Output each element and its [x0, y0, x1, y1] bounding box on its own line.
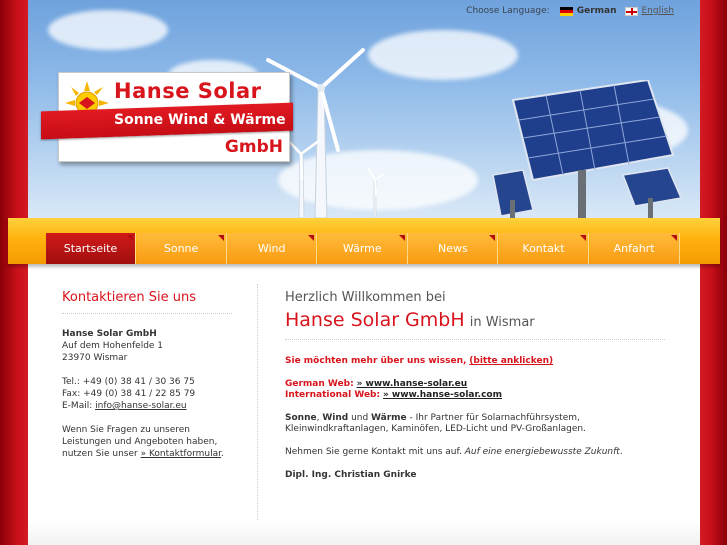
- sidebar-heading: Kontaktieren Sie uns: [62, 290, 232, 314]
- heading-separator: [285, 339, 665, 340]
- contact-italic: Auf eine energiebewusste Zukunft: [464, 447, 620, 457]
- signature: Dipl. Ing. Christian Gnirke: [285, 470, 417, 480]
- nav-item-startseite[interactable]: Startseite: [46, 233, 136, 264]
- intro-sonne: Sonne: [285, 413, 317, 423]
- language-label: Choose Language:: [466, 6, 550, 16]
- logo-name: Hanse Solar: [114, 79, 262, 103]
- contact-text: Nehmen Sie gerne Kontakt mit uns auf.: [285, 447, 465, 457]
- page-container: Choose Language: German English Hanse So…: [8, 0, 720, 545]
- questions-text: nutzen Sie unser: [62, 449, 141, 459]
- page-background-right: [700, 0, 727, 545]
- column-divider: [257, 284, 258, 520]
- email-label: E-Mail:: [62, 401, 96, 411]
- main-navigation: Startseite Sonne Wind Wärme News Kontakt…: [46, 233, 680, 264]
- company-city: in Wismar: [469, 315, 535, 330]
- cloud: [48, 10, 168, 50]
- contact-form-link[interactable]: » Kontaktformular: [141, 449, 221, 459]
- welcome-heading: Herzlich Willkommen bei: [285, 290, 446, 305]
- nav-item-wind[interactable]: Wind: [227, 233, 318, 264]
- company-heading: Hanse Solar GmbH in Wismar: [285, 309, 685, 331]
- intl-web-label: International Web:: [285, 390, 381, 400]
- sidebar-questions-3: nutzen Sie unser » Kontaktformular.: [62, 448, 232, 460]
- sidebar-tel: Tel.: +49 (0) 38 41 / 30 36 75: [62, 377, 195, 387]
- nav-item-kontakt[interactable]: Kontakt: [498, 233, 589, 264]
- german-web-link[interactable]: » www.hanse-solar.eu: [357, 379, 468, 389]
- nav-item-waerme[interactable]: Wärme: [317, 233, 408, 264]
- german-web-label: German Web:: [285, 379, 354, 389]
- nav-item-sonne[interactable]: Sonne: [136, 233, 227, 264]
- intl-web-line: International Web: » www.hanse-solar.com: [285, 390, 685, 401]
- sidebar-questions-2: Leistungen und Angeboten haben,: [62, 437, 218, 447]
- more-info-line: Sie möchten mehr über uns wissen, (bitte…: [285, 356, 685, 367]
- footer-strip: [28, 521, 700, 545]
- main-content: Herzlich Willkommen bei Hanse Solar GmbH…: [285, 290, 685, 481]
- sidebar-questions-1: Wenn Sie Fragen zu unseren: [62, 425, 191, 435]
- intro-sep: und: [348, 413, 372, 423]
- company-logo[interactable]: Hanse Solar Sonne Wind & Wärme GmbH: [41, 72, 293, 162]
- contact-address: Hanse Solar GmbH Auf dem Hohenfelde 1 23…: [62, 328, 232, 460]
- intro-paragraph: Sonne, Wind und Wärme - Ihr Partner für …: [285, 413, 685, 435]
- german-web-line: German Web: » www.hanse-solar.eu: [285, 379, 685, 390]
- contact-end: .: [619, 447, 623, 457]
- solar-panels-image: [492, 80, 683, 218]
- logo-slogan: Sonne Wind & Wärme: [114, 112, 286, 128]
- questions-end: .: [220, 449, 224, 459]
- sidebar-fax: Fax: +49 (0) 38 41 / 22 85 79: [62, 389, 196, 399]
- email-link[interactable]: info@hanse-solar.eu: [95, 401, 186, 411]
- logo-suffix: GmbH: [224, 137, 283, 157]
- page-background-left: [0, 0, 28, 545]
- company-name: Hanse Solar GmbH: [285, 309, 465, 331]
- intl-web-link[interactable]: » www.hanse-solar.com: [383, 390, 502, 400]
- sidebar-company: Hanse Solar GmbH: [62, 329, 157, 339]
- more-info-link[interactable]: (bitte anklicken): [469, 356, 553, 366]
- intro-wind: Wind: [322, 413, 349, 423]
- language-german-link[interactable]: German: [577, 6, 617, 16]
- sidebar-email-line: E-Mail: info@hanse-solar.eu: [62, 400, 232, 412]
- header-banner: Choose Language: German English Hanse So…: [28, 0, 700, 218]
- contact-sidebar: Kontaktieren Sie uns Hanse Solar GmbH Au…: [62, 290, 232, 460]
- language-selector: Choose Language: German English: [466, 6, 674, 16]
- cloud: [368, 30, 518, 80]
- german-flag-icon[interactable]: [559, 6, 573, 16]
- sidebar-city: 23970 Wismar: [62, 353, 128, 363]
- intro-waerme: Wärme: [371, 413, 407, 423]
- more-info-text: Sie möchten mehr über uns wissen,: [285, 356, 467, 366]
- sidebar-street: Auf dem Hohenfelde 1: [62, 341, 164, 351]
- english-flag-icon[interactable]: [624, 6, 638, 16]
- nav-item-news[interactable]: News: [408, 233, 499, 264]
- language-english-link[interactable]: English: [642, 6, 675, 16]
- contact-paragraph: Nehmen Sie gerne Kontakt mit uns auf. Au…: [285, 447, 685, 458]
- nav-item-anfahrt[interactable]: Anfahrt: [589, 233, 680, 264]
